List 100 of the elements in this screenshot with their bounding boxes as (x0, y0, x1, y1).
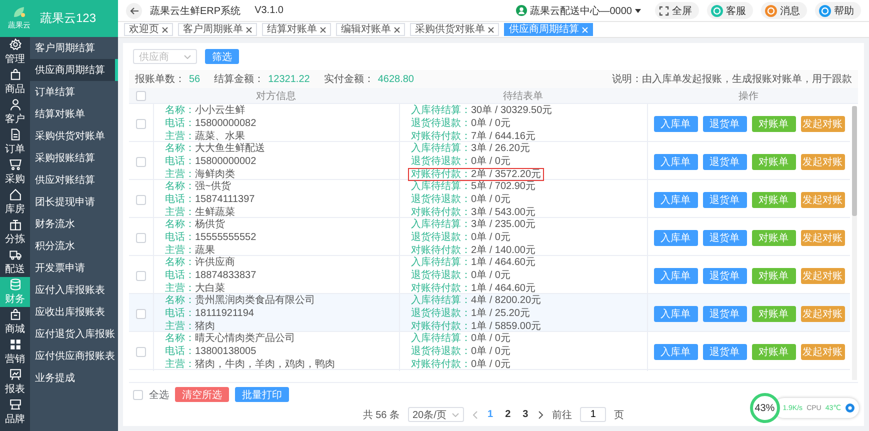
close-icon[interactable] (488, 26, 494, 32)
field-label: 入库待结算： (411, 333, 471, 344)
menu-item[interactable]: 采购供货对账单 (30, 125, 118, 147)
field-label: 退货待退款： (411, 156, 471, 167)
close-icon[interactable] (162, 26, 168, 32)
header-button[interactable]: 客服 (707, 2, 753, 19)
field-value: 15800000082 (195, 118, 256, 129)
field-value: 30单 / 30329.50元 (471, 105, 552, 116)
field-value: 晴天心情肉类产品公司 (195, 333, 295, 344)
menu-item[interactable]: 应付入库报账表 (30, 279, 118, 301)
chevron-left-icon[interactable] (472, 410, 478, 418)
checkbox[interactable] (136, 346, 146, 356)
field-label: 电话： (165, 118, 195, 129)
tab[interactable]: 编辑对账单 (336, 23, 405, 36)
checkbox[interactable] (136, 118, 146, 128)
field-label: 名称： (165, 333, 195, 344)
field-label: 对账待付款： (411, 359, 471, 370)
tab[interactable]: 结算对账单 (262, 23, 331, 36)
round-icon (819, 4, 831, 16)
menu-item[interactable]: 采购报账结算 (30, 147, 118, 169)
checkbox[interactable] (136, 194, 146, 204)
page-input[interactable]: 1 (580, 407, 606, 422)
field-value: 大白菜 (195, 283, 225, 294)
header-button[interactable]: 帮助 (815, 2, 861, 19)
menu-item[interactable]: 订单结算 (30, 81, 118, 103)
header-button[interactable]: 全屏 (655, 2, 699, 19)
version-label: V3.1.0 (254, 5, 284, 16)
tab[interactable]: 欢迎页 (124, 23, 173, 36)
page-link[interactable]: 2 (503, 409, 513, 420)
account-menu[interactable]: 蔬果云配送中心—0000 (516, 4, 641, 18)
menu-item[interactable]: 结算对账单 (30, 103, 118, 125)
field-value: 0单 / 0元 (471, 333, 510, 344)
menu-item[interactable]: 应收出库报账表 (30, 301, 118, 323)
chevron-right-icon[interactable] (538, 410, 544, 418)
page-size-select[interactable]: 20条/页 (408, 407, 464, 422)
field-value: 海鲜肉类 (195, 169, 235, 180)
menu-item[interactable]: 积分流水 (30, 235, 118, 257)
field-value: 4单 / 8200.20元 (471, 295, 542, 306)
rail-item[interactable]: 库房 (0, 187, 30, 217)
rail-item[interactable]: 采购 (0, 157, 30, 187)
page-link[interactable]: 3 (520, 409, 530, 420)
rail-item[interactable]: 客户 (0, 97, 30, 127)
truck-icon (8, 248, 22, 261)
menu-item[interactable]: 应付退货入库报账 (30, 323, 118, 345)
tab[interactable]: 采购供货对账单 (410, 23, 499, 36)
tab[interactable]: 客户周期账单 (178, 23, 257, 36)
rail-item[interactable]: 商城 (0, 307, 30, 337)
field-value: 生鲜蔬菜 (195, 207, 235, 218)
menu-item[interactable]: 应付供应商报账表 (30, 345, 118, 367)
checkbox[interactable] (136, 90, 146, 100)
header-button[interactable]: 消息 (761, 2, 807, 19)
field-value: 1单 / 464.60元 (471, 283, 536, 294)
close-icon[interactable] (320, 26, 326, 32)
close-icon[interactable] (394, 26, 400, 32)
rail-item[interactable]: 营销 (0, 337, 30, 367)
menu-item[interactable]: 团长提现申请 (30, 191, 118, 213)
menu-item[interactable]: 供应商周期结算 (30, 59, 118, 81)
rail-item[interactable]: 商品 (0, 67, 30, 97)
field-label: 电话： (165, 346, 195, 357)
field-label: 主营： (165, 207, 195, 218)
field-value: 18111921194 (195, 308, 254, 319)
field-label: 退货待退款： (411, 270, 471, 281)
field-label: 对账待付款： (411, 321, 471, 332)
field-value: 1单 / 25.20元 (471, 308, 530, 319)
column-header: 操作 (738, 90, 760, 102)
rail-item[interactable]: 报表 (0, 367, 30, 397)
field-label: 对账待付款： (411, 169, 471, 180)
back-button[interactable] (126, 2, 142, 18)
chevron-down-icon (184, 54, 191, 58)
rail-item[interactable]: 分拣 (0, 217, 30, 247)
rail-item[interactable]: 品牌 (0, 397, 30, 427)
menu-item[interactable]: 客户周期结算 (30, 37, 118, 59)
menu-item[interactable]: 开发票申请 (30, 257, 118, 279)
app-title: 蔬果云生鲜ERP系统 (150, 4, 241, 18)
checkbox[interactable] (136, 232, 146, 242)
round-icon (765, 4, 777, 16)
scrollbar[interactable] (852, 106, 857, 380)
field-label: 对账待付款： (411, 283, 471, 294)
rail-item[interactable]: 配送 (0, 247, 30, 277)
close-icon[interactable] (246, 26, 252, 32)
field-value: 小小云生鲜 (195, 105, 245, 116)
checkbox[interactable] (136, 308, 146, 318)
column-header: 对方信息 (255, 90, 297, 102)
fullscreen-icon (659, 6, 669, 16)
menu-item[interactable]: 供应对账结算 (30, 169, 118, 191)
rail-item[interactable]: 管理 (0, 37, 30, 67)
rail-item[interactable]: 订单 (0, 127, 30, 157)
brand-name: 蔬果云123 (40, 10, 96, 27)
checkbox[interactable] (136, 156, 146, 166)
menu-item[interactable]: 业务提成 (30, 367, 118, 389)
field-label: 名称： (165, 219, 195, 230)
field-label: 对账待付款： (411, 245, 471, 256)
field-value: 0单 / 0元 (471, 346, 510, 357)
note-text: 说明：由入库单发起报账，生成报账对账单，用于跟款 (612, 72, 852, 86)
checkbox[interactable] (136, 270, 146, 280)
shopping-bag-icon (8, 308, 22, 321)
menu-item[interactable]: 财务流水 (30, 213, 118, 235)
page-suffix: 页 (614, 408, 624, 422)
person-icon (8, 98, 22, 111)
checkbox[interactable] (133, 390, 143, 400)
